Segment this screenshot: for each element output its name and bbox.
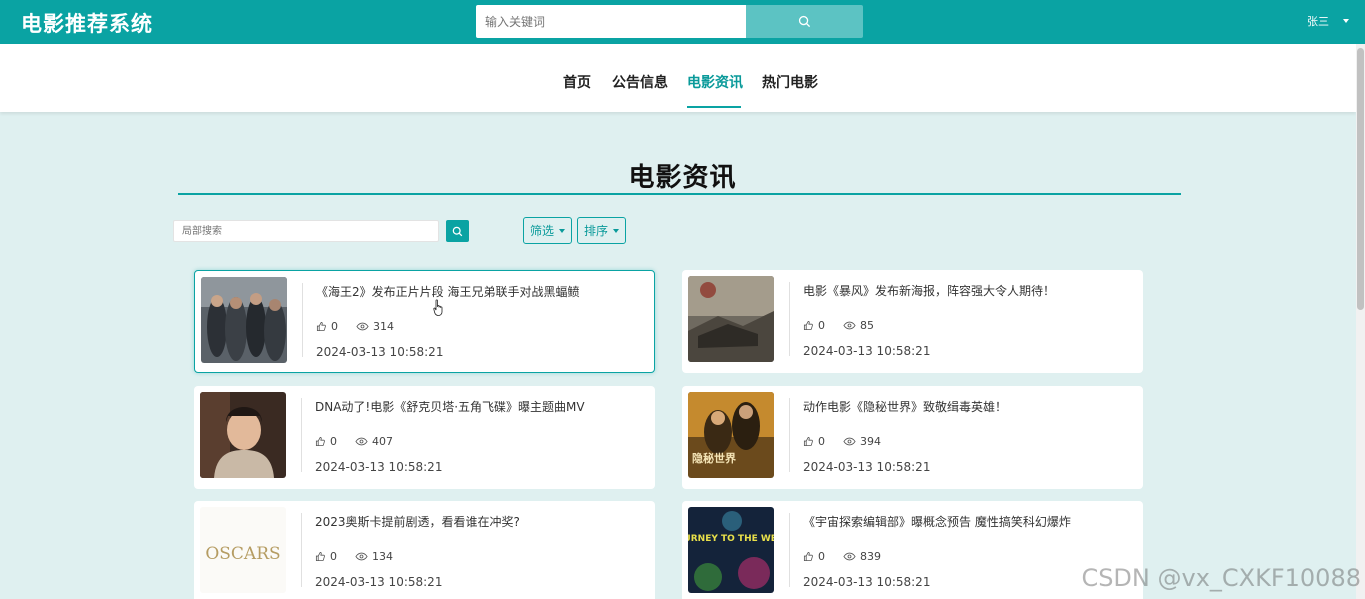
watermark: CSDN @vx_CXKF10088	[1081, 564, 1361, 592]
eye-icon	[355, 437, 368, 446]
news-card[interactable]: DNA动了!电影《舒克贝塔·五角飞碟》曝主题曲MV 0 407 2024-03-…	[194, 386, 655, 489]
news-date: 2024-03-13 10:58:21	[315, 460, 443, 474]
card-divider	[789, 513, 790, 587]
nav-item-hot-movies[interactable]: 热门电影	[762, 72, 818, 92]
eye-icon	[843, 321, 856, 330]
local-search-input[interactable]	[173, 220, 439, 242]
view-count: 394	[860, 435, 881, 448]
chevron-down-icon	[1343, 19, 1349, 23]
eye-icon	[843, 552, 856, 561]
news-stats: 0 407	[315, 435, 393, 448]
news-stats: 0 394	[803, 435, 881, 448]
search-button[interactable]	[746, 5, 863, 38]
news-title[interactable]: DNA动了!电影《舒克贝塔·五角飞碟》曝主题曲MV	[315, 398, 585, 415]
view-count: 407	[372, 435, 393, 448]
news-stats: 0 134	[315, 550, 393, 563]
thumbs-up-icon[interactable]	[315, 436, 326, 447]
local-search-button[interactable]	[446, 220, 469, 242]
chevron-down-icon	[613, 228, 619, 233]
card-divider	[301, 398, 302, 472]
news-title[interactable]: 动作电影《隐秘世界》致敬缉毒英雄！	[803, 398, 1007, 415]
card-divider	[789, 282, 790, 356]
news-thumbnail[interactable]: 隐秘世界	[688, 392, 774, 478]
news-date: 2024-03-13 10:58:21	[803, 344, 931, 358]
thumbs-up-icon[interactable]	[316, 321, 327, 332]
news-card[interactable]: JOURNEY TO THE WEST 《宇宙探索编辑部》曝概念预告 魔性搞笑科…	[682, 501, 1143, 599]
nav-active-indicator	[687, 106, 741, 108]
nav-item-home[interactable]: 首页	[563, 72, 591, 92]
news-thumbnail[interactable]: OSCARS	[200, 507, 286, 593]
card-divider	[789, 398, 790, 472]
thumbs-up-icon[interactable]	[315, 551, 326, 562]
thumbs-up-icon[interactable]	[803, 436, 814, 447]
like-count: 0	[818, 319, 825, 332]
eye-icon	[356, 322, 369, 331]
eye-icon	[355, 552, 368, 561]
news-card[interactable]: 《海王2》发布正片片段 海王兄弟联手对战黑蝠鲼 0 314 2024-03-13…	[194, 270, 655, 373]
top-header: 电影推荐系统 张三	[0, 0, 1365, 44]
sort-dropdown-button[interactable]: 排序	[577, 217, 626, 244]
news-stats: 0 85	[803, 319, 874, 332]
search-icon	[452, 226, 463, 236]
view-count: 839	[860, 550, 881, 563]
view-count: 314	[373, 320, 394, 333]
like-count: 0	[818, 550, 825, 563]
like-count: 0	[330, 435, 337, 448]
view-count: 134	[372, 550, 393, 563]
filter-dropdown-button[interactable]: 筛选	[523, 217, 572, 244]
hand-cursor-icon	[433, 299, 443, 316]
card-divider	[302, 283, 303, 357]
user-menu[interactable]: 张三	[1307, 13, 1349, 29]
nav-item-announcements[interactable]: 公告信息	[612, 72, 668, 92]
like-count: 0	[330, 550, 337, 563]
sort-label: 排序	[583, 224, 608, 238]
view-count: 85	[860, 319, 874, 332]
like-count: 0	[818, 435, 825, 448]
news-date: 2024-03-13 10:58:21	[803, 460, 931, 474]
news-thumbnail[interactable]: JOURNEY TO THE WEST	[688, 507, 774, 593]
search-icon	[798, 15, 811, 28]
news-title[interactable]: 《宇宙探索编辑部》曝概念预告 魔性搞笑科幻爆炸	[803, 513, 1071, 530]
page-scrollbar[interactable]	[1356, 44, 1365, 599]
news-thumbnail[interactable]	[200, 392, 286, 478]
search-input[interactable]	[476, 5, 746, 38]
page-title: 电影资讯	[628, 163, 737, 193]
svg-text:隐秘世界: 隐秘世界	[692, 451, 736, 465]
thumbs-up-icon[interactable]	[803, 320, 814, 331]
news-thumbnail[interactable]	[201, 277, 287, 363]
chevron-down-icon	[559, 228, 565, 233]
news-title[interactable]: 《海王2》发布正片片段 海王兄弟联手对战黑蝠鲼	[316, 283, 579, 300]
news-date: 2024-03-13 10:58:21	[803, 575, 931, 589]
news-thumbnail[interactable]	[688, 276, 774, 362]
news-title[interactable]: 2023奥斯卡提前剧透，看看谁在冲奖?	[315, 513, 520, 530]
news-stats: 0 314	[316, 320, 394, 333]
svg-text:OSCARS: OSCARS	[205, 544, 280, 564]
main-nav: 首页 公告信息 电影资讯 热门电影	[0, 44, 1356, 112]
news-date: 2024-03-13 10:58:21	[315, 575, 443, 589]
news-card[interactable]: 电影《暴风》发布新海报，阵容强大令人期待！ 0 85 2024-03-13 10…	[682, 270, 1143, 373]
nav-item-movie-news[interactable]: 电影资讯	[687, 72, 743, 92]
like-count: 0	[331, 320, 338, 333]
filter-label: 筛选	[529, 224, 554, 238]
title-divider	[178, 193, 1181, 195]
card-divider	[301, 513, 302, 587]
user-name: 张三	[1307, 15, 1329, 28]
news-title[interactable]: 电影《暴风》发布新海报，阵容强大令人期待！	[803, 282, 1055, 299]
eye-icon	[843, 437, 856, 446]
app-title: 电影推荐系统	[21, 12, 153, 36]
news-date: 2024-03-13 10:58:21	[316, 345, 444, 359]
news-card[interactable]: OSCARS 2023奥斯卡提前剧透，看看谁在冲奖? 0 134 2024-03…	[194, 501, 655, 599]
thumbs-up-icon[interactable]	[803, 551, 814, 562]
news-stats: 0 839	[803, 550, 881, 563]
news-card[interactable]: 隐秘世界 动作电影《隐秘世界》致敬缉毒英雄！ 0 394 2024-03-13 …	[682, 386, 1143, 489]
svg-text:JOURNEY TO THE WEST: JOURNEY TO THE WEST	[688, 534, 774, 544]
